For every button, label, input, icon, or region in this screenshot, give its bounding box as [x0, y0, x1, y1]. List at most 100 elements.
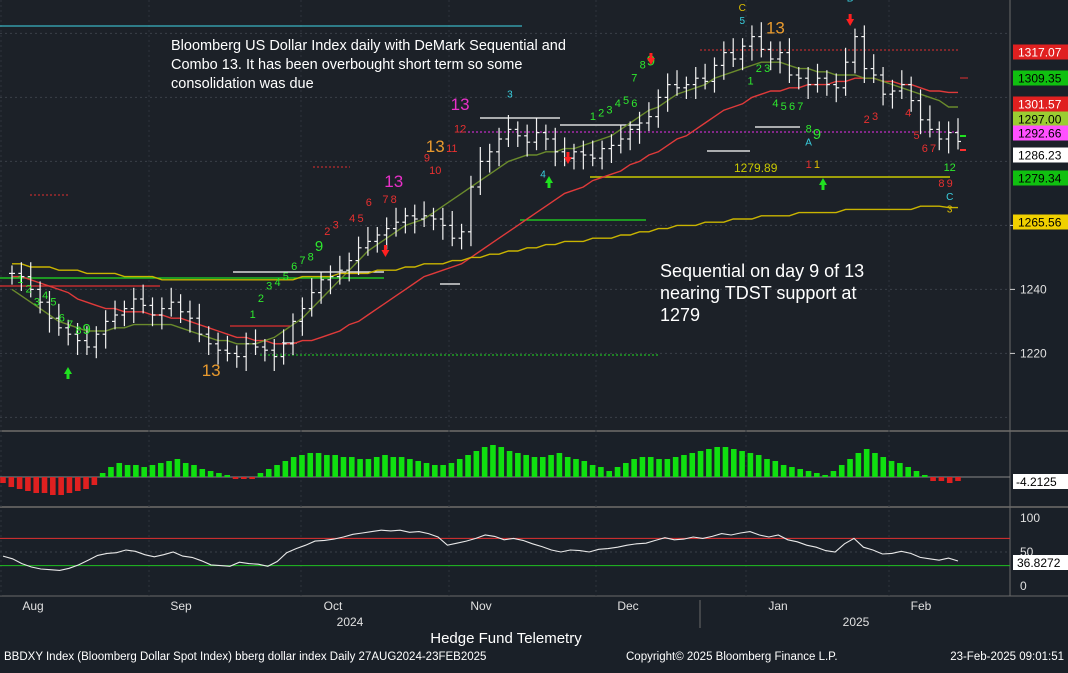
momentum-bar [589, 465, 596, 477]
momentum-bar [780, 465, 787, 477]
oscillator-tick-label: 0 [1020, 579, 1027, 593]
momentum-bar [348, 457, 355, 477]
sell-arrow-icon [383, 245, 387, 250]
momentum-bar [25, 477, 31, 491]
momentum-bar [149, 465, 156, 477]
momentum-bar [556, 453, 563, 477]
momentum-bar [722, 447, 729, 477]
momentum-bar [955, 477, 961, 481]
momentum-bar [216, 473, 222, 477]
momentum-bar [157, 463, 164, 477]
momentum-bar [481, 447, 488, 477]
momentum-bar [257, 473, 264, 477]
momentum-bar [623, 463, 629, 477]
td-count-label: 13 [202, 361, 221, 380]
td-count-label: 12 [944, 162, 956, 174]
momentum-bar [838, 465, 845, 477]
price-axis-tag-label: 1301.57 [1018, 98, 1062, 112]
momentum-bar [523, 455, 529, 477]
momentum-bar [83, 477, 89, 489]
momentum-bar [390, 457, 397, 477]
momentum-bar [664, 459, 671, 477]
momentum-bar [307, 453, 314, 477]
td-count-label: 11 [446, 143, 457, 155]
momentum-bar [614, 467, 621, 477]
momentum-bar [432, 465, 438, 477]
td-count-label: 9 [813, 126, 821, 143]
momentum-bar [373, 457, 380, 477]
momentum-bar [656, 459, 662, 477]
momentum-bar [598, 467, 604, 477]
buy-arrow-icon [821, 185, 825, 190]
td-count-label: 4 [540, 169, 546, 180]
td-count-label: 3 [34, 296, 40, 308]
td-count-label: 1 [814, 159, 820, 171]
momentum-bar [539, 457, 546, 477]
momentum-bar [407, 459, 413, 477]
td-count-label: 10 [429, 165, 441, 177]
momentum-bar [448, 463, 455, 477]
td-count-label: 8 [640, 60, 646, 72]
momentum-bar [382, 455, 388, 477]
momentum-bar [265, 469, 272, 477]
momentum-bar [573, 459, 579, 477]
momentum-bar [913, 471, 920, 477]
sell-arrow-icon [848, 14, 852, 19]
price-chart: AugSepOctNovDecJanFeb2024202512201240126… [0, 0, 1068, 668]
td-count-label: 7 [797, 101, 803, 113]
x-tick-label: Jan [768, 599, 787, 613]
momentum-bar [207, 471, 214, 477]
momentum-bar [739, 451, 745, 477]
momentum-bar [946, 477, 953, 483]
td-count-label: 3 [872, 111, 878, 123]
td-count-label: 5 [739, 16, 745, 27]
momentum-bar [398, 457, 405, 477]
momentum-bar [930, 477, 936, 481]
momentum-bar [872, 453, 878, 477]
td-count-label: 13 [451, 95, 470, 114]
price-axis-tag-label: 1297.00 [1018, 113, 1062, 127]
buy-arrow-icon [547, 183, 551, 188]
price-axis-tag-label: 1309.35 [1018, 72, 1062, 86]
momentum-bar [8, 477, 15, 487]
momentum-bar [241, 477, 247, 479]
momentum-bar [282, 461, 289, 477]
momentum-bar [897, 463, 903, 477]
momentum-bar [332, 455, 338, 477]
price-axis-tag-label: 1292.66 [1018, 127, 1062, 141]
td-count-label: 8 [75, 325, 81, 337]
momentum-bar [465, 455, 471, 477]
td-count-label: 2 [26, 284, 32, 296]
momentum-bar [456, 459, 463, 477]
momentum-bar [423, 463, 430, 477]
momentum-bar [174, 459, 181, 477]
td-count-label: 5 [623, 95, 629, 107]
sell-arrow-icon [566, 152, 570, 157]
momentum-bar [764, 459, 770, 477]
momentum-bar [365, 459, 372, 477]
td-count-label: 6 [922, 143, 928, 155]
momentum-bar [515, 453, 521, 477]
price-axis-tag-label: 1279.34 [1018, 172, 1062, 186]
momentum-bar [199, 469, 206, 477]
momentum-bar [805, 471, 812, 477]
td-count-label: 1 [17, 274, 23, 286]
momentum-bar [880, 457, 887, 477]
momentum-bar [274, 465, 280, 477]
td-count-label: C [739, 3, 746, 14]
momentum-bar [315, 453, 322, 477]
td-count-label: 5 [357, 213, 363, 225]
momentum-bar [50, 477, 56, 495]
td-count-label: A [805, 137, 812, 148]
td-count-label: 7 [930, 143, 936, 155]
td-count-label: 7 [631, 72, 637, 84]
momentum-bar [108, 467, 114, 477]
td-count-label: 2 [324, 226, 330, 238]
momentum-bar [647, 457, 654, 477]
momentum-bar [41, 477, 48, 493]
oscillator-tick-label: 100 [1020, 511, 1040, 525]
momentum-bar [855, 453, 862, 477]
momentum-bar [33, 477, 40, 493]
td-count-label: 4 [274, 277, 280, 289]
momentum-bar [730, 449, 737, 477]
